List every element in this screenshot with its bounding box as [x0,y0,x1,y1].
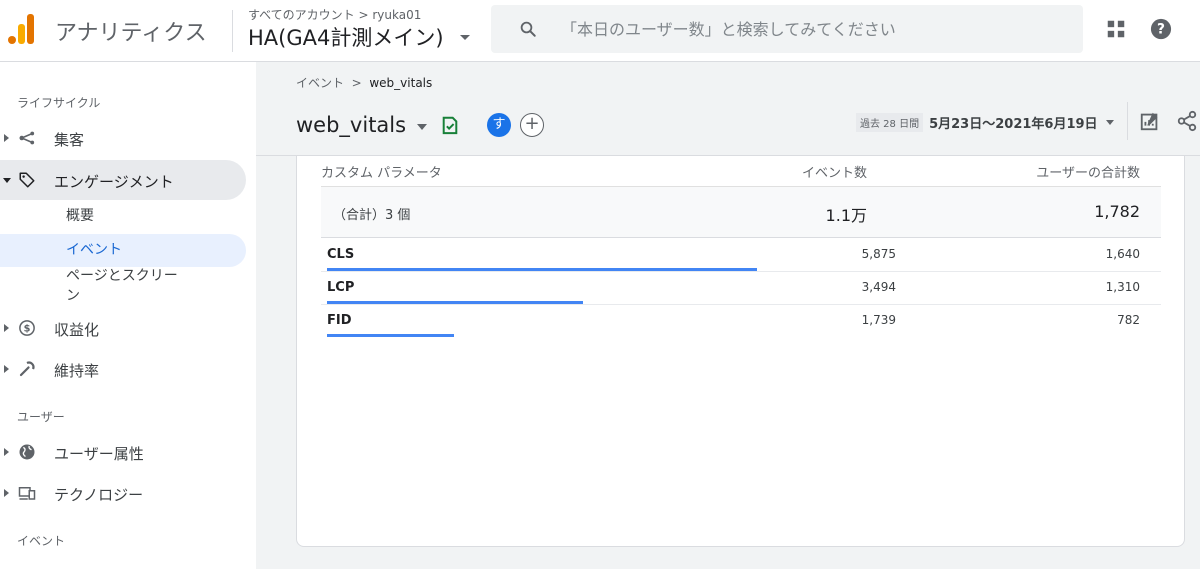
sidebar-item-engagement[interactable]: エンゲージメント [0,160,246,200]
subitem-label: 概要 [66,208,94,224]
data-table-card: カスタム パラメータ イベント数 ユーザーの合計数 （合計）3 個 1.1万 1… [296,156,1185,547]
chevron-down-icon [1105,120,1114,125]
chevron-down-icon[interactable] [460,35,470,40]
row-bar [327,334,454,337]
account-path[interactable]: すべてのアカウント > ryuka01 [248,6,421,23]
verified-report-icon[interactable] [441,115,459,135]
total-events: 1.1万 [825,206,867,225]
apps-grid-icon[interactable] [1105,18,1127,40]
row-events: 5,875 [861,247,896,261]
search-icon [520,21,536,37]
sidebar-item-retention[interactable]: 維持率 [0,349,246,389]
sidebar-item-monetization[interactable]: $ 収益化 [0,308,246,348]
search-bar[interactable] [491,5,1083,53]
property-selector[interactable]: HA(GA4計測メイン) [248,22,444,52]
date-range-text: 5月23日～2021年6月19日 [929,117,1098,132]
breadcrumb-current: web_vitals [369,76,433,90]
section-label-lifecycle: ライフサイクル [17,96,101,110]
table-total-row: （合計）3 個 1.1万 1,782 [321,186,1161,238]
row-users: 1,310 [1105,280,1140,294]
total-users: 1,782 [1094,202,1140,221]
breadcrumb: イベント > web_vitals [296,74,432,91]
column-header-parameter[interactable]: カスタム パラメータ [321,162,442,181]
retention-icon [19,361,35,377]
sidebar-item-label: ユーザー属性 [54,445,144,463]
expand-arrow-icon[interactable] [4,489,9,497]
row-name: CLS [327,247,355,262]
row-name: FID [327,313,352,328]
row-events: 3,494 [861,280,896,294]
row-users: 1,640 [1105,247,1140,261]
expand-arrow-icon[interactable] [4,324,9,332]
row-name: LCP [327,280,355,295]
chevron-right-icon: > [347,76,366,90]
avatar[interactable]: す [487,113,511,137]
sidebar-subitem-events[interactable]: イベント [0,234,246,267]
svg-text:$: $ [24,323,31,334]
row-events: 1,739 [861,313,896,327]
breadcrumb-parent[interactable]: イベント [296,76,344,90]
table-header: カスタム パラメータ イベント数 ユーザーの合計数 [321,162,1161,184]
top-bar: アナリティクス すべてのアカウント > ryuka01 HA(GA4計測メイン)… [0,0,1200,62]
expand-arrow-icon[interactable] [4,365,9,373]
date-period-label: 過去 28 日間 [856,113,924,132]
sidebar-item-label: 維持率 [54,362,100,380]
help-icon[interactable]: ? [1150,18,1172,40]
acquisition-icon [19,131,35,145]
section-label-event: イベント [17,534,66,548]
chevron-down-icon[interactable] [417,124,427,130]
page-title: web_vitals [296,113,407,137]
column-header-event-count[interactable]: イベント数 [802,162,867,181]
analytics-logo[interactable] [8,14,36,44]
share-icon[interactable] [1176,110,1198,132]
sidebar: ライフサイクル 集客 エンゲージメント 概要 イベント ページとスクリーン $ … [0,62,256,569]
sidebar-item-demographics[interactable]: ユーザー属性 [0,432,246,472]
sidebar-subitem-pages-screens[interactable]: ページとスクリーン [0,266,246,308]
sidebar-item-technology[interactable]: テクノロジー [0,473,246,513]
add-comparison-button[interactable]: + [520,113,544,137]
customize-report-icon[interactable] [1139,110,1161,132]
row-bar [327,268,757,271]
expand-arrow-icon[interactable] [4,448,9,456]
table-row[interactable]: FID 1,739 782 [321,305,1161,338]
table-row[interactable]: LCP 3,494 1,310 [321,272,1161,305]
collapse-arrow-icon[interactable] [3,178,11,183]
date-range-picker[interactable]: 過去 28 日間 5月23日～2021年6月19日 [856,112,1114,134]
row-bar [327,301,583,304]
expand-arrow-icon[interactable] [4,134,9,142]
sidebar-item-label: 集客 [54,131,85,149]
main-content: イベント > web_vitals web_vitals す + 過去 28 日… [256,62,1200,569]
dollar-icon: $ [19,320,35,336]
sidebar-item-label: テクノロジー [54,486,144,504]
svg-text:?: ? [1157,22,1165,38]
sidebar-subitem-overview[interactable]: 概要 [0,206,246,228]
tag-icon [19,172,35,188]
subitem-label: イベント [66,242,122,258]
table-row[interactable]: CLS 5,875 1,640 [321,239,1161,272]
toolbar-divider [1127,102,1128,140]
subitem-label: ページとスクリーン [66,268,178,304]
section-label-user: ユーザー [17,410,65,424]
total-label: （合計）3 個 [333,208,411,223]
sidebar-item-acquisition[interactable]: 集客 [0,118,246,158]
sidebar-item-label: エンゲージメント [54,173,174,191]
search-input[interactable] [561,17,1061,41]
column-header-total-users[interactable]: ユーザーの合計数 [1036,162,1140,181]
sidebar-item-label: 収益化 [54,321,100,339]
globe-icon [19,444,35,460]
header-divider [232,10,233,52]
app-title: アナリティクス [55,21,207,46]
devices-icon [18,487,36,500]
row-users: 782 [1117,313,1140,327]
